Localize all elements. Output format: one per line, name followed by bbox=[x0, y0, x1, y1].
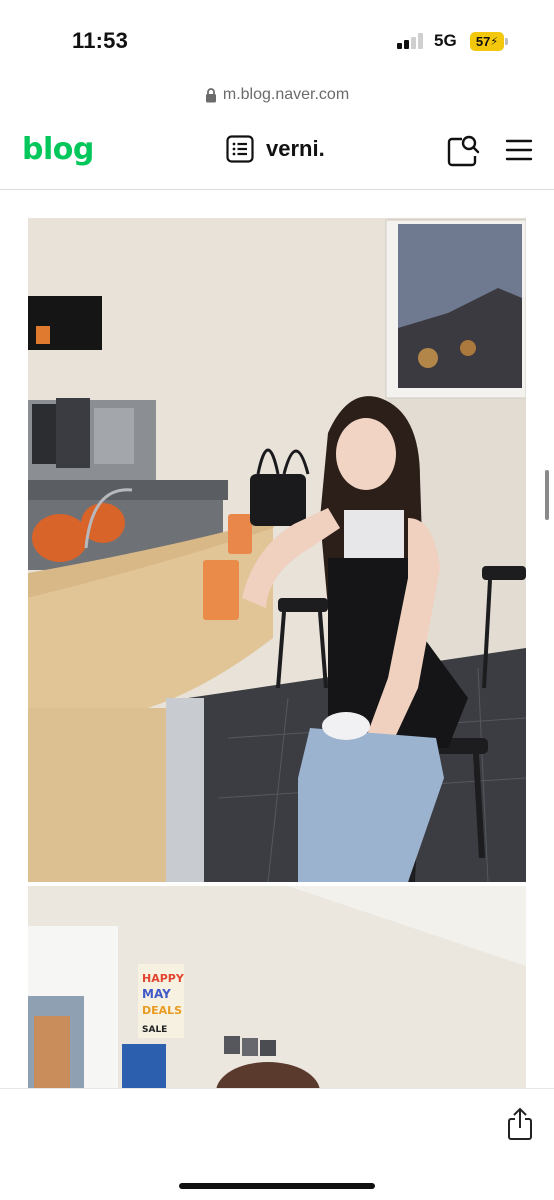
url-text: m.blog.naver.com bbox=[222, 86, 350, 103]
status-bar: 11:53 5G 57 ⚡ bbox=[0, 0, 554, 80]
blog-logo[interactable]: blog bbox=[22, 132, 94, 167]
blog-title-link[interactable]: verni. bbox=[226, 135, 325, 163]
svg-text:SALE: SALE bbox=[142, 1025, 167, 1035]
share-icon[interactable] bbox=[506, 1107, 534, 1141]
post-photo-cafe-2[interactable]: HAPPY MAY DEALS SALE bbox=[28, 886, 526, 1090]
svg-text:MAY: MAY bbox=[142, 987, 171, 1001]
cellular-signal-icon bbox=[397, 33, 423, 49]
hamburger-menu-icon[interactable] bbox=[505, 136, 533, 164]
lock-icon bbox=[205, 87, 216, 102]
search-icon[interactable] bbox=[446, 134, 480, 168]
svg-text:DEALS: DEALS bbox=[142, 1004, 182, 1017]
cafe-photo-illustration bbox=[28, 218, 526, 882]
battery-level: 57 bbox=[475, 34, 491, 49]
home-indicator[interactable] bbox=[179, 1183, 375, 1189]
network-type: 5G bbox=[434, 31, 457, 50]
bolt-icon: ⚡ bbox=[490, 36, 499, 48]
list-icon bbox=[226, 135, 254, 163]
battery-icon: 57 ⚡ bbox=[470, 32, 508, 51]
cafe-photo-illustration-2: HAPPY MAY DEALS SALE bbox=[28, 886, 526, 1090]
blog-header: blog verni. bbox=[0, 110, 554, 190]
post-photo-cafe[interactable] bbox=[28, 218, 526, 882]
address-bar[interactable]: m.blog.naver.com bbox=[0, 82, 554, 108]
poster-text: HAPPY bbox=[142, 972, 185, 985]
bottom-toolbar bbox=[0, 1088, 554, 1200]
status-time: 11:53 bbox=[72, 28, 129, 53]
scroll-indicator[interactable] bbox=[545, 470, 549, 520]
blog-title: verni. bbox=[266, 136, 325, 161]
